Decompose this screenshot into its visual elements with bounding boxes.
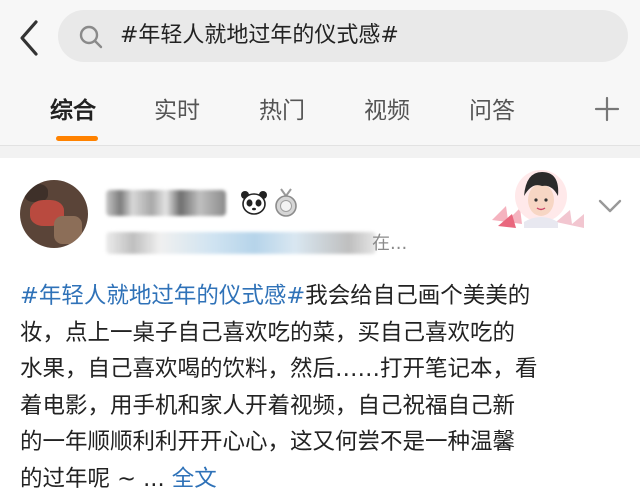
tab-qa[interactable]: 问答 xyxy=(469,96,515,126)
search-query[interactable]: #年轻人就地过年的仪式感# xyxy=(120,22,399,50)
panda-icon xyxy=(241,191,267,215)
post-line: 的一年顺顺利利开开心心，这又何尝不是一种温馨 xyxy=(20,429,516,455)
fan-card-badge[interactable] xyxy=(486,162,590,246)
plus-icon[interactable] xyxy=(594,96,620,122)
post-line: 妆，点上一桌子自己喜欢吃的菜，买自己喜欢吃的 xyxy=(20,319,516,346)
top-bar: #年轻人就地过年的仪式感# xyxy=(0,0,640,82)
tab-realtime[interactable]: 实时 xyxy=(154,96,200,126)
expand-full-text-link[interactable]: 全文 xyxy=(172,466,217,492)
active-tab-indicator xyxy=(56,136,98,141)
avatar[interactable] xyxy=(20,180,88,248)
hashtag-link[interactable]: #年轻人就地过年的仪式感# xyxy=(20,283,305,309)
post-line: #年轻人就地过年的仪式感#我会给自己画个美美的 xyxy=(20,283,531,309)
search-bar[interactable]: #年轻人就地过年的仪式感# xyxy=(58,10,628,62)
back-button[interactable] xyxy=(12,16,46,60)
tab-bar: 综合 实时 热门 视频 问答 xyxy=(0,82,640,146)
pixelated-post-meta xyxy=(106,232,376,254)
search-icon xyxy=(79,25,103,49)
pixelated-username[interactable] xyxy=(106,190,226,216)
tab-comprehensive[interactable]: 综合 xyxy=(50,96,96,126)
chevron-down-icon[interactable] xyxy=(596,196,624,216)
chevron-left-icon xyxy=(20,20,38,56)
post-body: #年轻人就地过年的仪式感#我会给自己画个美美的 妆，点上一桌子自己喜欢吃的菜，买… xyxy=(20,278,624,497)
tab-hot[interactable]: 热门 xyxy=(259,96,305,126)
medal-icon xyxy=(275,188,297,217)
post-card: 在... #年轻人就地过年的仪式感#我会给自己画个美美的 妆，点上一桌子自己喜欢… xyxy=(0,158,640,501)
post-line: 水果，自己喜欢喝的饮料，然后……打开笔记本，看 xyxy=(20,356,538,382)
post-meta-tail: 在... xyxy=(372,233,408,254)
tab-video[interactable]: 视频 xyxy=(364,96,410,126)
post-line: 着电影，用手机和家人开着视频，自己祝福自己新 xyxy=(20,392,516,419)
post-line: 的过年呢 ~ ... 全文 xyxy=(20,465,217,492)
